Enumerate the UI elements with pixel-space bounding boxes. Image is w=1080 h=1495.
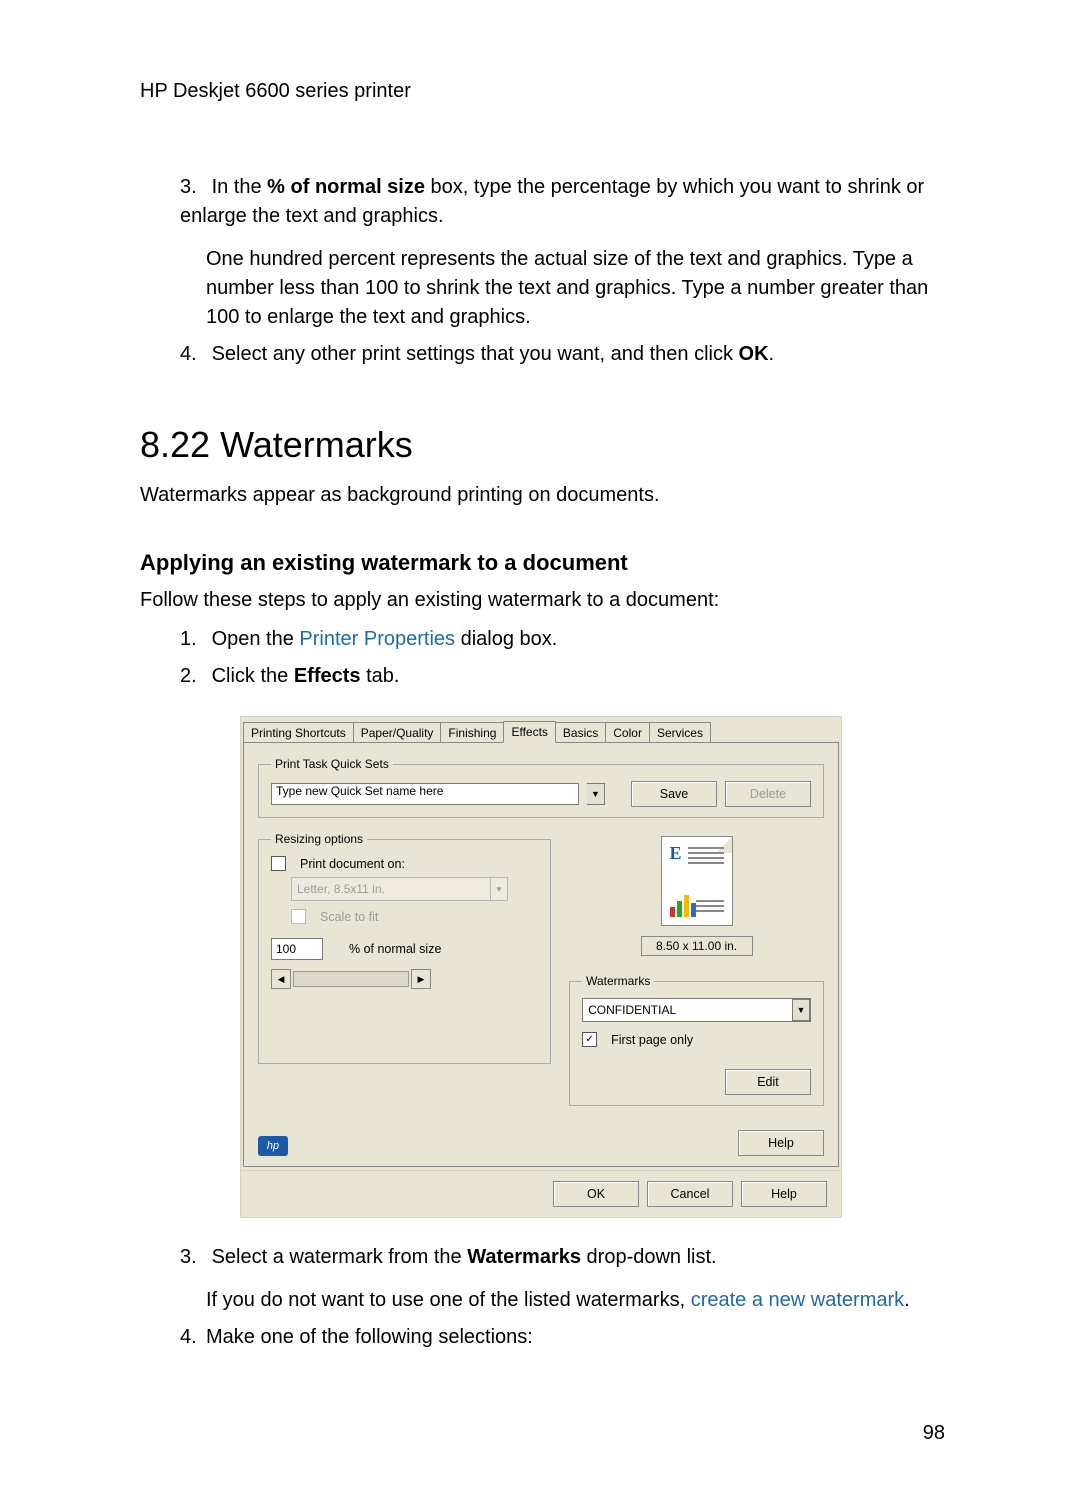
ok-bold: OK: [739, 343, 769, 365]
printer-properties-dialog: Printing Shortcuts Paper/Quality Finishi…: [240, 716, 842, 1218]
quickset-name-input[interactable]: Type new Quick Set name here: [271, 783, 579, 805]
percent-slider[interactable]: ◀ ▶: [271, 970, 431, 988]
section-title: 8.22 Watermarks: [140, 424, 945, 466]
resizing-legend: Resizing options: [271, 832, 367, 846]
step-4: 4. Select any other print settings that …: [180, 340, 945, 369]
preview-letter-icon: E: [670, 843, 682, 864]
chevron-down-icon: ▼: [490, 878, 507, 900]
apply-step-2: 2. Click the Effects tab.: [180, 662, 945, 691]
effects-tab-panel: Print Task Quick Sets Type new Quick Set…: [243, 742, 839, 1167]
print-document-on-label: Print document on:: [300, 857, 405, 871]
scale-to-fit-checkbox: [291, 909, 306, 924]
printer-properties-link[interactable]: Printer Properties: [299, 628, 455, 650]
hp-logo-icon: hp: [258, 1136, 288, 1156]
page-header: HP Deskjet 6600 series printer: [140, 80, 945, 103]
print-document-on-checkbox[interactable]: [271, 856, 286, 871]
subsection-intro: Follow these steps to apply an existing …: [140, 586, 945, 615]
quicksets-legend: Print Task Quick Sets: [271, 757, 393, 771]
create-watermark-link[interactable]: create a new watermark: [691, 1289, 904, 1311]
save-button[interactable]: Save: [631, 781, 717, 807]
first-page-only-label: First page only: [611, 1033, 693, 1047]
preview-dimensions: 8.50 x 11.00 in.: [641, 936, 753, 956]
preview-text-lines-2: [696, 900, 724, 915]
slider-track[interactable]: [293, 971, 409, 987]
delete-button: Delete: [725, 781, 811, 807]
watermark-select[interactable]: CONFIDENTIAL ▼: [582, 998, 811, 1022]
inner-help-button[interactable]: Help: [738, 1130, 824, 1156]
first-page-only-checkbox[interactable]: ✓: [582, 1032, 597, 1047]
tab-printing-shortcuts[interactable]: Printing Shortcuts: [243, 722, 354, 743]
edit-button[interactable]: Edit: [725, 1069, 811, 1095]
target-paper-select: Letter, 8.5x11 in. ▼: [291, 877, 508, 901]
watermarks-bold: Watermarks: [467, 1246, 581, 1268]
preview-chart-icon: [670, 895, 696, 917]
apply-step-1: 1. Open the Printer Properties dialog bo…: [180, 625, 945, 654]
quicksets-group: Print Task Quick Sets Type new Quick Set…: [258, 757, 824, 818]
effects-bold: Effects: [294, 665, 361, 687]
watermark-dropdown-arrow[interactable]: ▼: [792, 999, 810, 1021]
continued-steps-list: 3. In the % of normal size box, type the…: [140, 173, 945, 369]
dialog-tabs: Printing Shortcuts Paper/Quality Finishi…: [241, 717, 841, 743]
apply-steps-list: 1. Open the Printer Properties dialog bo…: [140, 625, 945, 691]
dialog-button-bar: OK Cancel Help: [241, 1170, 841, 1217]
tab-basics[interactable]: Basics: [555, 722, 606, 743]
tab-effects[interactable]: Effects: [503, 721, 555, 743]
quickset-dropdown-arrow[interactable]: ▼: [587, 783, 605, 805]
slider-right-button[interactable]: ▶: [411, 969, 431, 989]
resizing-group: Resizing options Print document on: Lett…: [258, 832, 551, 1064]
tab-services[interactable]: Services: [649, 722, 711, 743]
ok-button[interactable]: OK: [553, 1181, 639, 1207]
scale-to-fit-label: Scale to fit: [320, 910, 378, 924]
tab-finishing[interactable]: Finishing: [440, 722, 504, 743]
section-intro: Watermarks appear as background printing…: [140, 481, 945, 510]
step-3: 3. In the % of normal size box, type the…: [180, 173, 945, 332]
normal-size-bold: % of normal size: [267, 176, 425, 198]
preview-text-lines: [688, 847, 724, 867]
tab-color[interactable]: Color: [605, 722, 650, 743]
apply-step-3: 3. Select a watermark from the Watermark…: [180, 1243, 945, 1315]
watermarks-legend: Watermarks: [582, 974, 654, 988]
effects-dialog-figure: Printing Shortcuts Paper/Quality Finishi…: [240, 716, 945, 1218]
cancel-button[interactable]: Cancel: [647, 1181, 733, 1207]
subsection-title: Applying an existing watermark to a docu…: [140, 550, 945, 576]
percent-input[interactable]: 100: [271, 938, 323, 960]
percent-label: % of normal size: [349, 942, 441, 956]
apply-step-4: 4.Make one of the following selections:: [180, 1323, 945, 1352]
watermarks-group: Watermarks CONFIDENTIAL ▼ ✓ First page o…: [569, 974, 824, 1106]
page-preview: E: [661, 836, 733, 926]
apply-steps-list-continued: 3. Select a watermark from the Watermark…: [140, 1243, 945, 1352]
slider-left-button[interactable]: ◀: [271, 969, 291, 989]
help-button[interactable]: Help: [741, 1181, 827, 1207]
apply-step-3-detail: If you do not want to use one of the lis…: [206, 1286, 945, 1315]
tab-paper-quality[interactable]: Paper/Quality: [353, 722, 442, 743]
page-number: 98: [923, 1422, 945, 1445]
step-3-detail: One hundred percent represents the actua…: [206, 245, 945, 332]
